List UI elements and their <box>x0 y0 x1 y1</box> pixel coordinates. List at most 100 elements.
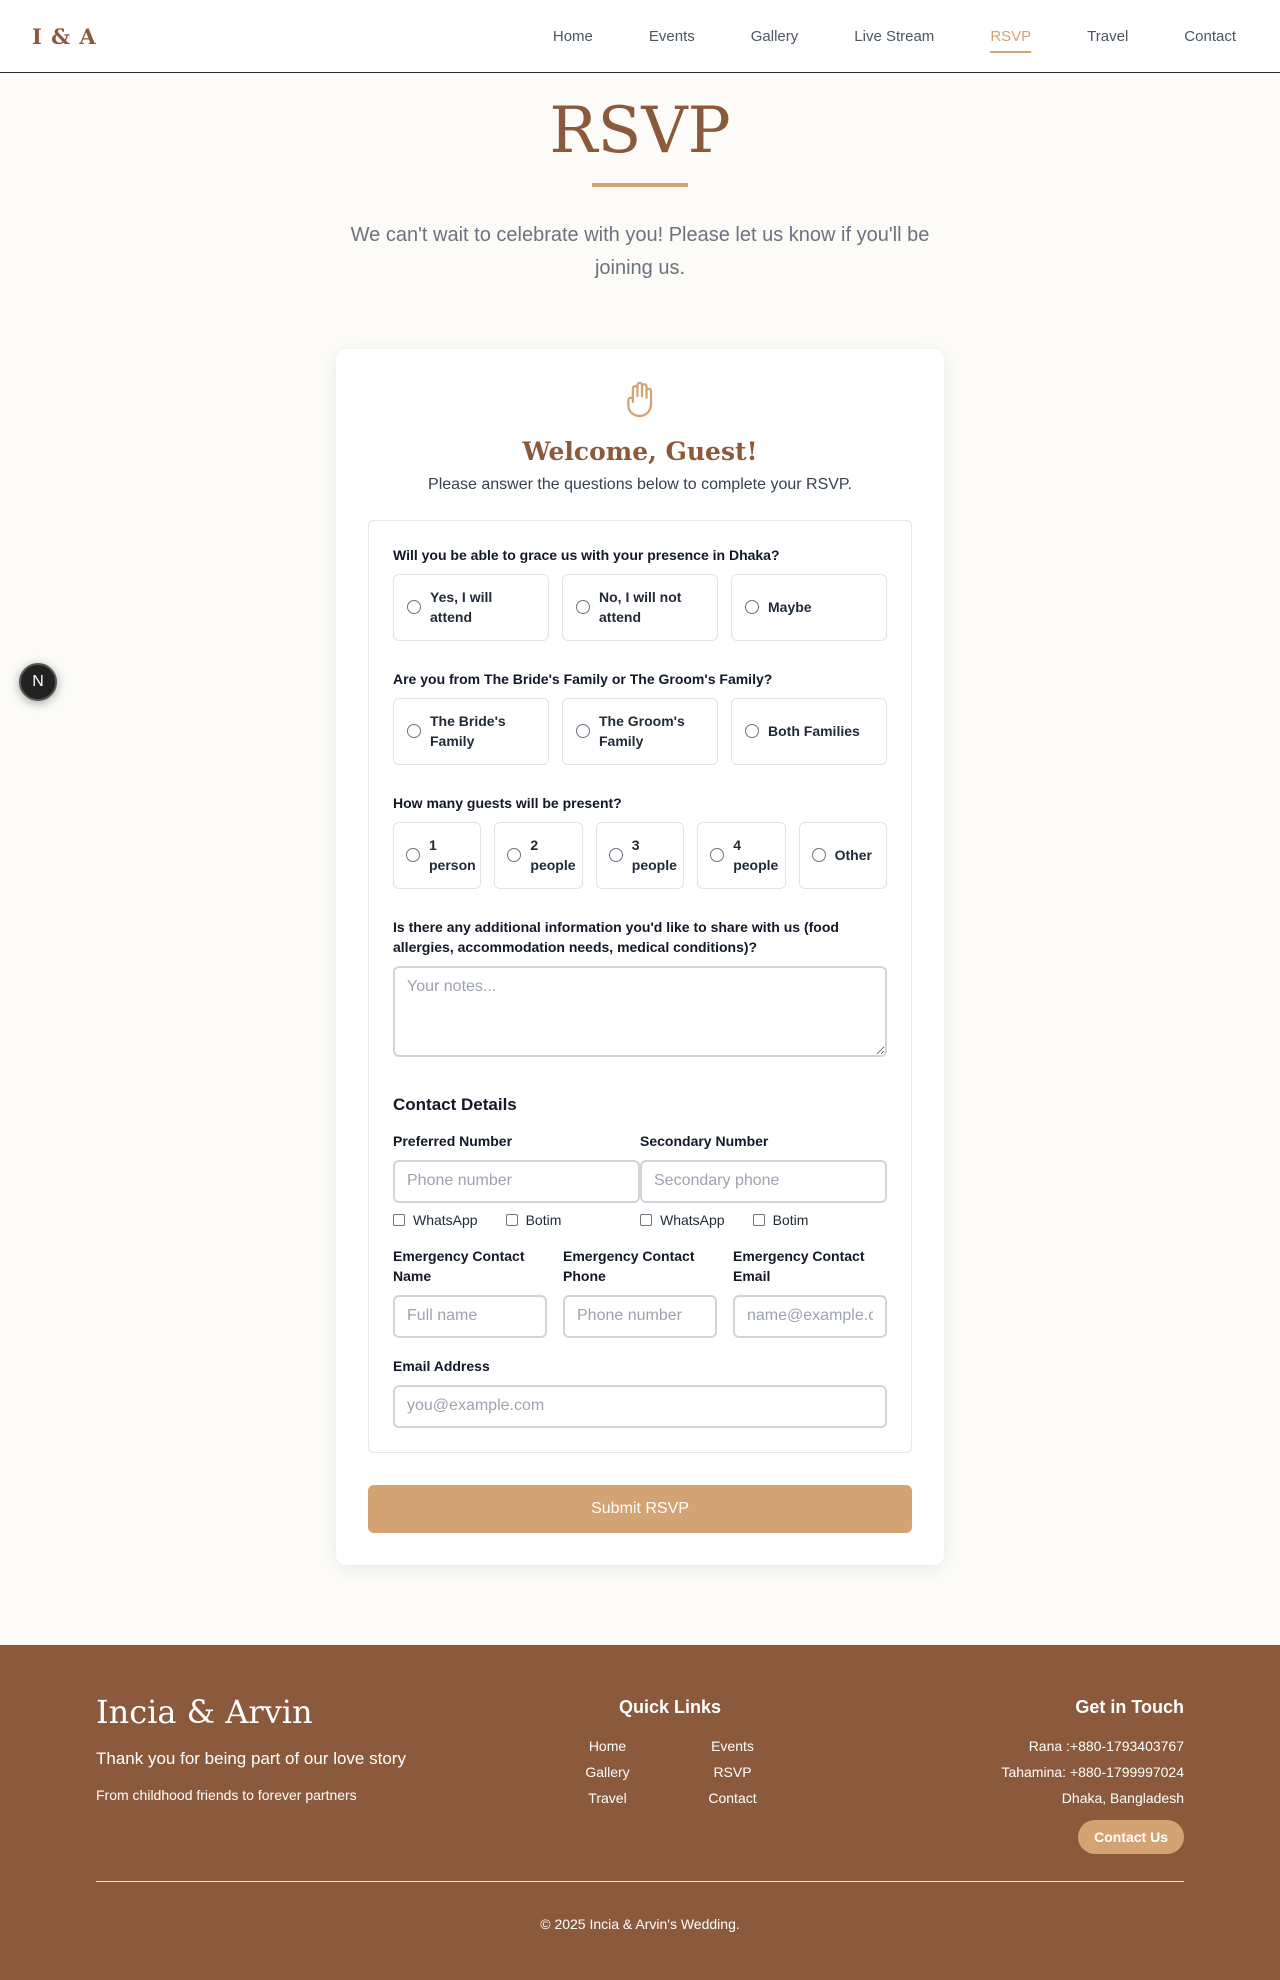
email-label: Email Address <box>393 1357 490 1374</box>
family-question: Are you from The Bride's Family or The G… <box>393 670 773 687</box>
footer-subtagline: From childhood friends to forever partne… <box>96 1786 357 1803</box>
contact-details-heading: Contact Details <box>393 1094 517 1114</box>
guest-count-options: 1 person 2 people 3 people 4 people Othe… <box>393 821 887 889</box>
footer-link-gallery[interactable]: Gallery <box>545 1764 670 1780</box>
quick-links-grid: Home Events Gallery RSVP Travel Contact <box>545 1738 795 1806</box>
footer-divider <box>96 1880 1184 1882</box>
checkbox-box[interactable] <box>640 1213 652 1226</box>
nav-gallery[interactable]: Gallery <box>751 20 799 53</box>
emergency-email-group: Emergency Contact Email <box>733 1246 887 1338</box>
raised-hand-icon <box>627 381 653 417</box>
preferred-number-input[interactable] <box>393 1159 640 1203</box>
footer-link-home[interactable]: Home <box>545 1738 670 1754</box>
radio-circle[interactable] <box>576 724 590 739</box>
secondary-number-apps: WhatsApp Botim <box>640 1212 887 1228</box>
option-label: No, I will not attend <box>599 589 682 626</box>
preferred-number-apps: WhatsApp Botim <box>393 1212 640 1228</box>
notes-textarea[interactable] <box>393 965 887 1057</box>
footer-link-contact[interactable]: Contact <box>670 1790 795 1806</box>
nav-contact[interactable]: Contact <box>1184 20 1236 53</box>
phone-numbers-row: Preferred Number WhatsApp Botim Secondar… <box>393 1131 887 1228</box>
hero-intro: We can't wait to celebrate with you! Ple… <box>350 223 930 279</box>
emergency-email-input[interactable] <box>733 1294 887 1338</box>
submit-rsvp-button[interactable]: Submit RSVP <box>368 1484 912 1533</box>
footer-contact-column: Get in Touch Rana :+880-1793403767 Taham… <box>884 1693 1184 1854</box>
secondary-whatsapp-checkbox[interactable]: WhatsApp <box>640 1212 725 1228</box>
checkbox-box[interactable] <box>505 1213 518 1226</box>
emergency-email-label: Emergency Contact Email <box>733 1247 865 1284</box>
emergency-phone-group: Emergency Contact Phone <box>563 1246 717 1338</box>
option-label: Maybe <box>768 599 812 616</box>
option-label: The Groom's Family <box>599 713 685 750</box>
option-other[interactable]: Other <box>798 821 887 889</box>
nav-travel[interactable]: Travel <box>1087 20 1128 53</box>
preferred-number-label: Preferred Number <box>393 1132 513 1149</box>
option-4-people[interactable]: 4 people <box>697 821 786 889</box>
radio-circle[interactable] <box>811 848 826 863</box>
title-divider <box>592 182 688 187</box>
nav-rsvp[interactable]: RSVP <box>990 20 1031 53</box>
preferred-botim-checkbox[interactable]: Botim <box>505 1212 561 1228</box>
contact-location: Dhaka, Bangladesh <box>1061 1789 1184 1806</box>
option-label: 2 people <box>530 837 576 874</box>
option-2-people[interactable]: 2 people <box>494 821 583 889</box>
floating-n-badge[interactable]: N <box>19 663 57 701</box>
footer-tagline: Thank you for being part of our love sto… <box>96 1748 406 1768</box>
rsvp-card: Welcome, Guest! Please answer the questi… <box>336 348 944 1565</box>
nav-home[interactable]: Home <box>553 20 593 53</box>
option-brides-family[interactable]: The Bride's Family <box>393 697 549 765</box>
checkbox-box[interactable] <box>393 1213 405 1226</box>
footer-link-events[interactable]: Events <box>670 1738 795 1754</box>
guest-count-question: How many guests will be present? <box>393 794 622 811</box>
contact-rana: Rana :+880-1793403767 <box>1028 1737 1184 1754</box>
secondary-number-label: Secondary Number <box>640 1132 769 1149</box>
site-logo[interactable]: I & A <box>32 24 97 49</box>
radio-circle[interactable] <box>407 600 421 615</box>
quick-links-heading: Quick Links <box>618 1696 722 1717</box>
preferred-whatsapp-checkbox[interactable]: WhatsApp <box>393 1212 478 1228</box>
footer-brand-column: Incia & Arvin Thank you for being part o… <box>96 1693 456 1854</box>
contact-us-button[interactable]: Contact Us <box>1078 1819 1184 1854</box>
secondary-number-group: Secondary Number WhatsApp Botim <box>640 1131 887 1228</box>
checkbox-box[interactable] <box>752 1213 765 1226</box>
option-label: 3 people <box>631 837 677 874</box>
main-nav: Home Events Gallery Live Stream RSVP Tra… <box>497 20 1236 53</box>
footer-link-rsvp[interactable]: RSVP <box>670 1764 795 1780</box>
option-not-attend[interactable]: No, I will not attend <box>562 573 718 641</box>
secondary-botim-checkbox[interactable]: Botim <box>752 1211 809 1228</box>
contact-tahamina: Tahamina: +880-1799997024 <box>1001 1763 1184 1780</box>
emergency-contact-row: Emergency Contact Name Emergency Contact… <box>393 1246 887 1338</box>
nav-live-stream[interactable]: Live Stream <box>854 20 934 53</box>
attendance-options: Yes, I will attend No, I will not attend… <box>393 573 887 641</box>
radio-circle[interactable] <box>745 600 759 615</box>
checkbox-label: Botim <box>772 1211 809 1228</box>
option-label: 1 person <box>429 837 476 874</box>
secondary-number-input[interactable] <box>640 1159 887 1203</box>
email-group: Email Address <box>393 1356 887 1428</box>
email-input[interactable] <box>393 1384 887 1428</box>
emergency-phone-input[interactable] <box>563 1294 717 1338</box>
option-maybe[interactable]: Maybe <box>731 573 887 641</box>
radio-circle[interactable] <box>576 600 590 615</box>
option-yes-attend[interactable]: Yes, I will attend <box>393 573 549 641</box>
radio-circle[interactable] <box>710 848 725 863</box>
emergency-phone-label: Emergency Contact Phone <box>563 1247 695 1284</box>
option-1-person[interactable]: 1 person <box>393 821 482 889</box>
rsvp-form: Will you be able to grace us with your p… <box>368 519 912 1453</box>
option-grooms-family[interactable]: The Groom's Family <box>562 697 718 765</box>
nav-events[interactable]: Events <box>649 20 695 53</box>
checkbox-label: WhatsApp <box>413 1211 478 1228</box>
emergency-name-input[interactable] <box>393 1294 547 1338</box>
family-options: The Bride's Family The Groom's Family Bo… <box>393 697 887 765</box>
radio-circle[interactable] <box>406 848 420 863</box>
radio-circle[interactable] <box>507 848 522 863</box>
radio-circle[interactable] <box>407 724 421 739</box>
option-3-people[interactable]: 3 people <box>595 821 685 889</box>
emergency-name-label: Emergency Contact Name <box>393 1247 525 1284</box>
option-label: The Bride's Family <box>430 713 506 750</box>
page-title: RSVP <box>549 94 731 168</box>
radio-circle[interactable] <box>608 848 623 863</box>
footer-link-travel[interactable]: Travel <box>545 1790 670 1806</box>
radio-circle[interactable] <box>745 724 759 739</box>
option-both-families[interactable]: Both Families <box>731 697 887 765</box>
